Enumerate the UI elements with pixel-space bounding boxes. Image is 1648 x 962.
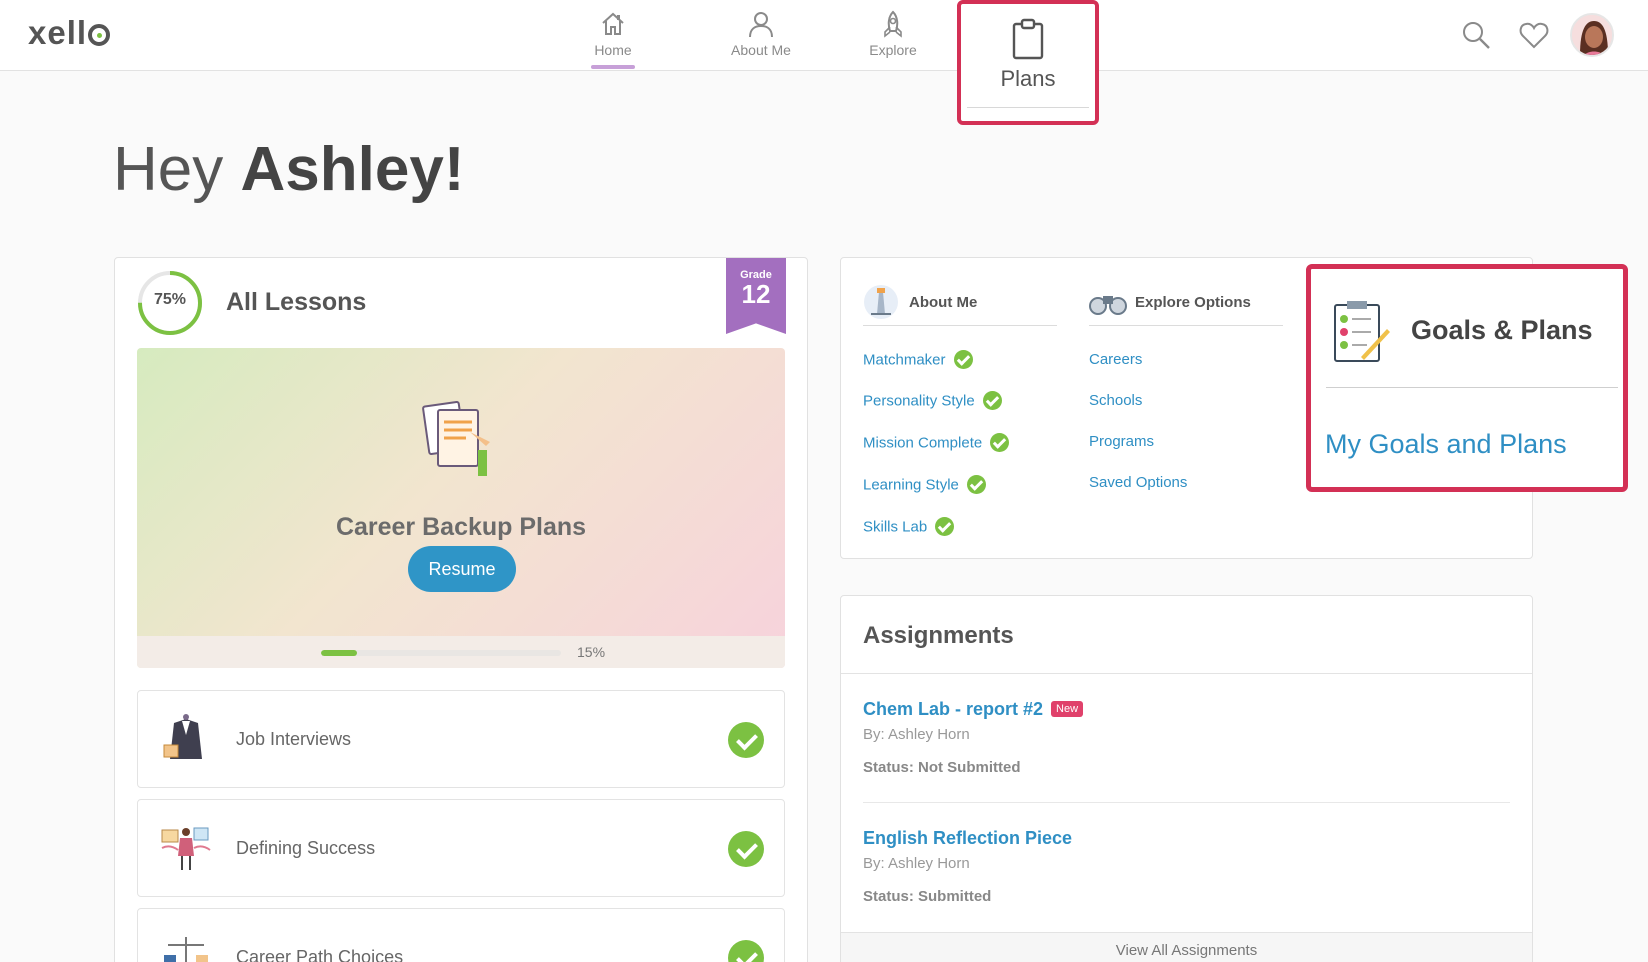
assignment-title[interactable]: English Reflection Piece [863,828,1072,849]
check-icon [966,475,986,494]
heart-icon[interactable] [1519,21,1549,54]
goals-plans-heading: Goals & Plans [1411,315,1593,345]
lesson-item[interactable]: Job Interviews [137,690,785,788]
lesson-item-label: Defining Success [236,838,376,858]
avatar[interactable] [1570,13,1614,57]
nav-about-label: About Me [731,42,791,58]
podium-icon [160,822,212,879]
grade-ribbon: Grade 12 [726,258,786,334]
assignment-title[interactable]: Chem Lab - report #2 New [863,699,1084,720]
about-link-skills-lab[interactable]: Skills Lab [863,517,955,537]
active-tab-indicator [591,65,635,69]
xello-logo[interactable]: xell [28,14,111,52]
nav-plans-highlighted[interactable]: Plans [957,0,1099,125]
home-icon [599,10,627,41]
lessons-progress-label: 75% [153,291,187,308]
assignments-divider [841,673,1532,674]
assignment-separator [863,802,1510,803]
featured-lesson-title: Career Backup Plans [335,513,587,541]
nav-home-label: Home [594,42,632,58]
top-header: xell Home About Me Explore Plans [0,0,1648,125]
nav-home[interactable]: Home [573,0,653,71]
nav-about-me[interactable]: About Me [713,0,809,71]
rocket-icon [879,10,907,41]
resume-button[interactable]: Resume [408,546,516,592]
goals-divider [1326,387,1618,388]
about-link-mission-complete[interactable]: Mission Complete [863,433,1010,453]
explore-options-heading: Explore Options [1089,282,1283,326]
greeting-name: Ashley! [240,135,465,204]
about-link-personality-style[interactable]: Personality Style [863,391,1002,411]
featured-progress-label: 15% [577,644,606,660]
clipboard-icon [1011,18,1045,63]
about-link-matchmaker[interactable]: Matchmaker [863,350,973,370]
person-icon [747,10,775,41]
suit-icon [160,713,212,770]
goals-plans-panel: Goals & Plans My Goals and Plans [1306,264,1628,492]
search-icon[interactable] [1461,20,1491,55]
logo-o-mark [88,24,111,46]
lessons-card: 75% All Lessons Grade 12 Career Backup P… [114,257,808,962]
check-icon [728,722,764,758]
assignment-author: By: Ashley Horn [863,855,970,872]
progress-track [321,650,561,656]
assignment-author: By: Ashley Horn [863,726,970,743]
assignment-status: Status: Submitted [863,888,992,905]
my-goals-plans-link[interactable]: My Goals and Plans [1325,429,1567,460]
check-icon [935,517,955,536]
check-icon [982,391,1002,410]
grade-label: Grade [740,269,772,281]
assignment-status: Status: Not Submitted [863,759,1021,776]
scales-icon [160,931,212,962]
nav-explore-label: Explore [869,42,917,58]
new-badge: New [1051,701,1084,717]
lesson-item-label: Career Path Choices [236,947,404,962]
lesson-item-label: Job Interviews [236,729,352,749]
progress-fill [321,650,357,656]
about-link-learning-style[interactable]: Learning Style [863,475,986,495]
documents-icon [420,398,510,487]
check-icon [990,433,1010,452]
assignments-heading: Assignments [863,622,1014,649]
about-me-heading: About Me [863,282,1057,326]
nav-plans-label: Plans [1000,66,1056,91]
lessons-title[interactable]: All Lessons [226,288,366,317]
assignments-card: Assignments Chem Lab - report #2 New By: … [840,595,1533,962]
featured-progress: 15% [137,636,785,668]
featured-lesson[interactable]: Career Backup Plans Resume 15% [137,348,785,668]
about-me-label: About Me [909,294,978,311]
lesson-item[interactable]: Career Path Choices [137,908,785,962]
lesson-item[interactable]: Defining Success [137,799,785,897]
greeting-prefix: Hey [113,135,224,204]
explore-link-programs[interactable]: Programs [1089,433,1154,450]
binoculars-icon [1089,290,1127,321]
check-icon [728,940,764,962]
check-icon [953,350,973,369]
checklist-icon [1331,299,1391,370]
explore-link-saved-options[interactable]: Saved Options [1089,474,1187,491]
explore-link-schools[interactable]: Schools [1089,392,1142,409]
lighthouse-icon [863,282,899,325]
explore-options-label: Explore Options [1135,294,1251,311]
check-icon [728,831,764,867]
nav-explore[interactable]: Explore [853,0,933,71]
page-greeting: Hey Ashley! [113,134,464,205]
grade-number: 12 [741,279,771,309]
explore-link-careers[interactable]: Careers [1089,351,1142,368]
view-all-assignments-button[interactable]: View All Assignments [841,932,1532,962]
